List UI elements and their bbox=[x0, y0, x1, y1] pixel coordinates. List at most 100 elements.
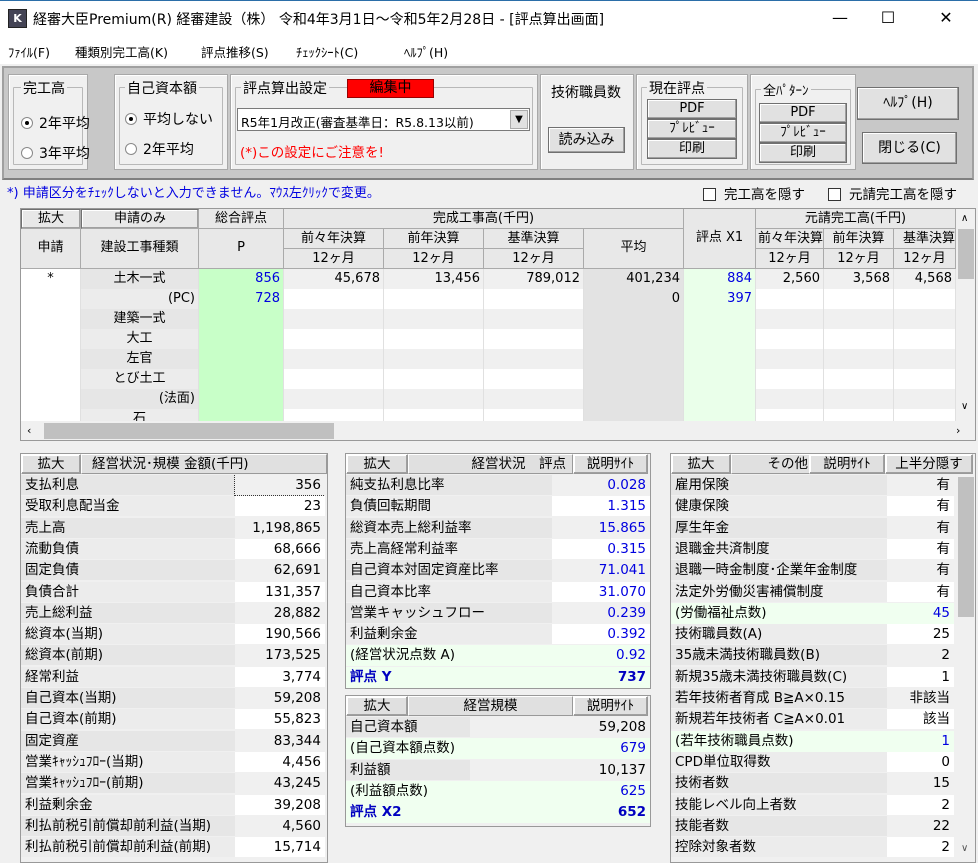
cell-x1[interactable] bbox=[684, 309, 756, 329]
load-tech-staff-button[interactable]: 読み込み bbox=[548, 127, 625, 153]
scroll-thumb[interactable] bbox=[958, 229, 974, 279]
other-expand-button[interactable]: 拡大 bbox=[671, 454, 731, 474]
cell-p[interactable] bbox=[199, 309, 284, 329]
cell-apply[interactable] bbox=[21, 309, 81, 329]
row-value[interactable]: 55,823 bbox=[235, 709, 325, 730]
row-value[interactable]: 2 bbox=[887, 645, 954, 666]
cell-y2[interactable] bbox=[284, 289, 384, 309]
standard-select[interactable]: R5年1月改正(審査基準日：R5.8.13以前) ▼ bbox=[237, 108, 530, 131]
row-value[interactable]: 0.392 bbox=[552, 624, 650, 645]
cell-y2[interactable] bbox=[284, 349, 384, 369]
cell-y2[interactable] bbox=[284, 309, 384, 329]
row-value[interactable]: 4,560 bbox=[235, 815, 325, 836]
row-value[interactable]: 68,666 bbox=[235, 538, 325, 559]
row-value[interactable]: 有 bbox=[887, 538, 954, 559]
cell-m2[interactable] bbox=[756, 409, 824, 421]
status-site-button[interactable]: 説明ｻｲﾄ bbox=[573, 454, 648, 474]
grid-horizontal-scrollbar[interactable]: ‹ › bbox=[21, 421, 975, 440]
grid-row[interactable]: 石 bbox=[21, 409, 956, 421]
cell-base[interactable] bbox=[484, 409, 584, 421]
cell-m1[interactable] bbox=[824, 309, 894, 329]
menu-help[interactable]: ﾍﾙﾌﾟ(H) bbox=[404, 42, 448, 61]
cell-apply[interactable]: * bbox=[21, 269, 81, 289]
cell-m1[interactable] bbox=[824, 389, 894, 409]
grid-row[interactable]: 左官 bbox=[21, 349, 956, 369]
finance-expand-button[interactable]: 拡大 bbox=[21, 454, 81, 474]
row-value[interactable]: 非該当 bbox=[887, 688, 954, 708]
cell-y1[interactable] bbox=[384, 389, 484, 409]
cell-apply[interactable] bbox=[21, 329, 81, 349]
grid-row[interactable]: * 土木一式 856 45,678 13,456 789,012 401,234 884 2,5… bbox=[21, 269, 956, 289]
row-value[interactable]: 22 bbox=[887, 815, 954, 836]
cell-m1[interactable] bbox=[824, 409, 894, 421]
row-value[interactable]: 3,774 bbox=[235, 666, 325, 687]
row-value[interactable]: 1 bbox=[887, 730, 954, 751]
minimize-button[interactable]: — bbox=[820, 5, 860, 31]
hide-top-half-button[interactable]: 上半分隠す bbox=[885, 454, 973, 474]
cell-apply[interactable] bbox=[21, 289, 81, 309]
row-value[interactable]: 有 bbox=[887, 560, 954, 581]
cell-avg[interactable] bbox=[584, 349, 684, 369]
cell-p[interactable] bbox=[199, 409, 284, 421]
row-value[interactable]: 131,357 bbox=[235, 581, 325, 602]
cell-base[interactable]: 789,012 bbox=[484, 269, 584, 289]
radio-3yr-avg[interactable]: 3年平均 bbox=[21, 143, 90, 163]
row-value[interactable]: 15,714 bbox=[235, 837, 325, 858]
cell-m1[interactable] bbox=[824, 329, 894, 349]
row-value[interactable]: 15.865 bbox=[552, 517, 650, 538]
row-value[interactable]: 737 bbox=[552, 666, 650, 687]
cell-m1[interactable] bbox=[824, 349, 894, 369]
cell-y2[interactable] bbox=[284, 389, 384, 409]
row-value[interactable]: 83,344 bbox=[235, 730, 325, 751]
cell-y1[interactable] bbox=[384, 289, 484, 309]
cell-avg[interactable] bbox=[584, 409, 684, 421]
cell-type[interactable]: (法面) bbox=[81, 389, 199, 409]
row-value[interactable]: 4,456 bbox=[235, 751, 325, 772]
cell-avg[interactable] bbox=[584, 389, 684, 409]
row-value[interactable]: 該当 bbox=[887, 709, 954, 730]
hide-completion-checkbox[interactable]: 完工高を隠す bbox=[703, 183, 805, 203]
scroll-down-icon[interactable]: ∨ bbox=[961, 843, 968, 854]
cell-y2[interactable] bbox=[284, 369, 384, 389]
scroll-up-icon[interactable]: ∧ bbox=[961, 213, 968, 224]
row-value[interactable]: 1,198,865 bbox=[235, 517, 325, 538]
scale-expand-button[interactable]: 拡大 bbox=[346, 696, 408, 716]
cell-apply[interactable] bbox=[21, 369, 81, 389]
cell-type[interactable]: 左官 bbox=[81, 349, 199, 369]
cell-m1[interactable]: 3,568 bbox=[824, 269, 894, 289]
cell-x1[interactable]: 884 bbox=[684, 269, 756, 289]
scroll-thumb[interactable] bbox=[958, 477, 974, 617]
cell-type[interactable]: (PC) bbox=[81, 289, 199, 309]
grid-row[interactable]: とび土工 bbox=[21, 369, 956, 389]
cell-type[interactable]: 建築一式 bbox=[81, 309, 199, 329]
cell-type[interactable]: 大工 bbox=[81, 329, 199, 349]
cell-type[interactable]: 石 bbox=[81, 409, 199, 421]
row-value[interactable]: 10,137 bbox=[470, 759, 650, 780]
cell-base[interactable] bbox=[484, 369, 584, 389]
row-value[interactable]: 190,566 bbox=[235, 624, 325, 645]
cell-x1[interactable] bbox=[684, 349, 756, 369]
maximize-button[interactable]: ☐ bbox=[868, 5, 908, 31]
cell-x1[interactable]: 397 bbox=[684, 289, 756, 309]
grid-row[interactable]: (PC) 728 0 397 bbox=[21, 289, 956, 309]
cell-m1[interactable] bbox=[824, 369, 894, 389]
cell-p[interactable]: 728 bbox=[199, 289, 284, 309]
cell-m2[interactable]: 2,560 bbox=[756, 269, 824, 289]
cell-m2[interactable] bbox=[756, 389, 824, 409]
row-value[interactable]: 356 bbox=[234, 475, 325, 496]
row-value[interactable]: 45 bbox=[887, 602, 954, 623]
cell-y2[interactable] bbox=[284, 409, 384, 421]
cell-p[interactable] bbox=[199, 349, 284, 369]
menu-sales-by-type[interactable]: 種類別完工高(K) bbox=[75, 42, 168, 61]
row-value[interactable]: 39,208 bbox=[235, 794, 325, 815]
cell-y1[interactable] bbox=[384, 349, 484, 369]
cell-p[interactable] bbox=[199, 329, 284, 349]
current-preview-button[interactable]: ﾌﾟﾚﾋﾞｭｰ bbox=[647, 119, 737, 139]
cell-y2[interactable]: 45,678 bbox=[284, 269, 384, 289]
status-expand-button[interactable]: 拡大 bbox=[346, 454, 408, 474]
hide-prime-completion-checkbox[interactable]: 元請完工高を隠す bbox=[828, 183, 957, 203]
close-button[interactable]: 閉じる(C) bbox=[862, 132, 957, 164]
row-value[interactable]: 43,245 bbox=[235, 773, 325, 794]
row-value[interactable]: 0 bbox=[887, 751, 954, 772]
row-value[interactable]: 有 bbox=[887, 581, 954, 602]
